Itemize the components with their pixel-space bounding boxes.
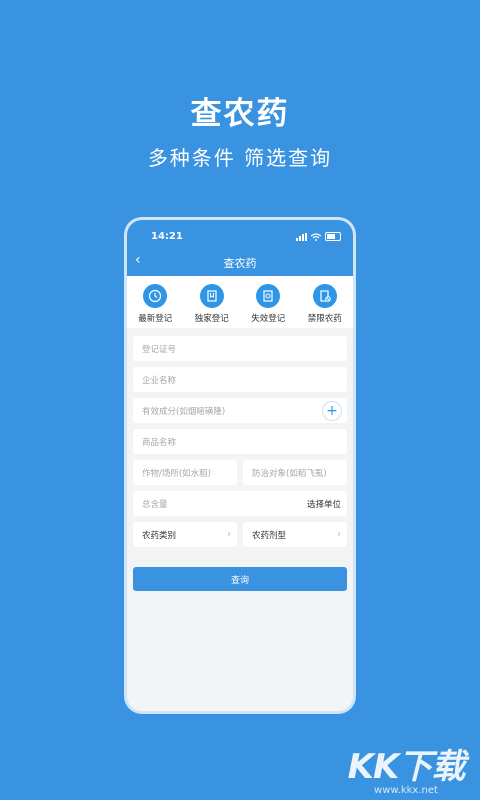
status-icons <box>296 232 341 241</box>
target-pest-input[interactable]: 防治对象(如稻飞虱) <box>243 460 347 485</box>
pesticide-category-label: 农药类别 <box>142 530 177 541</box>
page-title: 查农药 <box>223 257 257 270</box>
app-bar: 14:21 ‹ 查农药 <box>127 220 353 276</box>
signal-icon <box>296 232 307 241</box>
formulation-label: 农药剂型 <box>252 530 287 541</box>
hero-title: 查农药 <box>190 96 290 132</box>
quick-banned-pesticides[interactable]: 禁限农药 <box>297 284 353 328</box>
wifi-icon <box>311 232 321 241</box>
formulation-select[interactable]: 农药剂型 › <box>243 522 347 547</box>
watermark-url: www.kkx.net <box>374 785 438 796</box>
quick-invalid-registration[interactable]: 失效登记 <box>240 284 296 328</box>
company-name-input[interactable]: 企业名称 <box>133 367 347 392</box>
category-formulation-row: 农药类别 › 农药剂型 › <box>133 522 347 547</box>
product-name-input[interactable]: 商品名称 <box>133 429 347 454</box>
active-ingredient-placeholder: 有效成分(如烟嘧磺隆) <box>142 406 226 417</box>
pesticide-category-select[interactable]: 农药类别 › <box>133 522 237 547</box>
watermark-brand: KK下载 <box>347 747 466 787</box>
quick-exclusive-registration[interactable]: 独家登记 <box>184 284 240 328</box>
clock-icon <box>143 284 168 308</box>
unit-selector[interactable]: 选择单位 <box>307 498 341 510</box>
quick-latest-label: 最新登记 <box>138 314 173 324</box>
chevron-right-icon: › <box>227 529 231 540</box>
quick-exclusive-label: 独家登记 <box>194 314 229 324</box>
phone-frame: 14:21 ‹ 查农药 最新登记 独家登记 失效登记 禁限农药 登记证号 企业名… <box>124 217 356 714</box>
battery-icon <box>325 232 341 241</box>
chevron-right-icon: › <box>337 529 341 540</box>
crop-site-input[interactable]: 作物/场所(如水稻) <box>133 460 237 485</box>
crop-target-row: 作物/场所(如水稻) 防治对象(如稻飞虱) <box>133 460 347 485</box>
total-content-placeholder: 总含量 <box>142 499 168 510</box>
phone-screen: 14:21 ‹ 查农药 最新登记 独家登记 失效登记 禁限农药 登记证号 企业名… <box>127 220 353 711</box>
watermark: KK下载 www.kkx.net <box>346 749 466 796</box>
total-content-input[interactable]: 总含量 选择单位 <box>133 491 347 516</box>
quick-latest-registration[interactable]: 最新登记 <box>127 284 183 328</box>
quick-banned-label: 禁限农药 <box>307 314 342 324</box>
document-forbidden-icon <box>312 284 337 308</box>
query-button[interactable]: 查询 <box>133 567 347 591</box>
document-search-icon <box>256 284 281 308</box>
registration-number-input[interactable]: 登记证号 <box>133 336 347 361</box>
active-ingredient-input[interactable]: 有效成分(如烟嘧磺隆) + <box>133 398 347 423</box>
document-bookmark-icon <box>199 284 224 308</box>
status-time: 14:21 <box>151 231 183 242</box>
add-ingredient-button[interactable]: + <box>322 401 342 421</box>
hero-subtitle: 多种条件 筛选查询 <box>147 146 333 170</box>
search-form: 登记证号 企业名称 有效成分(如烟嘧磺隆) + 商品名称 作物/场所(如水稻) … <box>127 328 353 547</box>
quick-actions: 最新登记 独家登记 失效登记 禁限农药 <box>127 276 353 328</box>
quick-invalid-label: 失效登记 <box>251 314 286 324</box>
